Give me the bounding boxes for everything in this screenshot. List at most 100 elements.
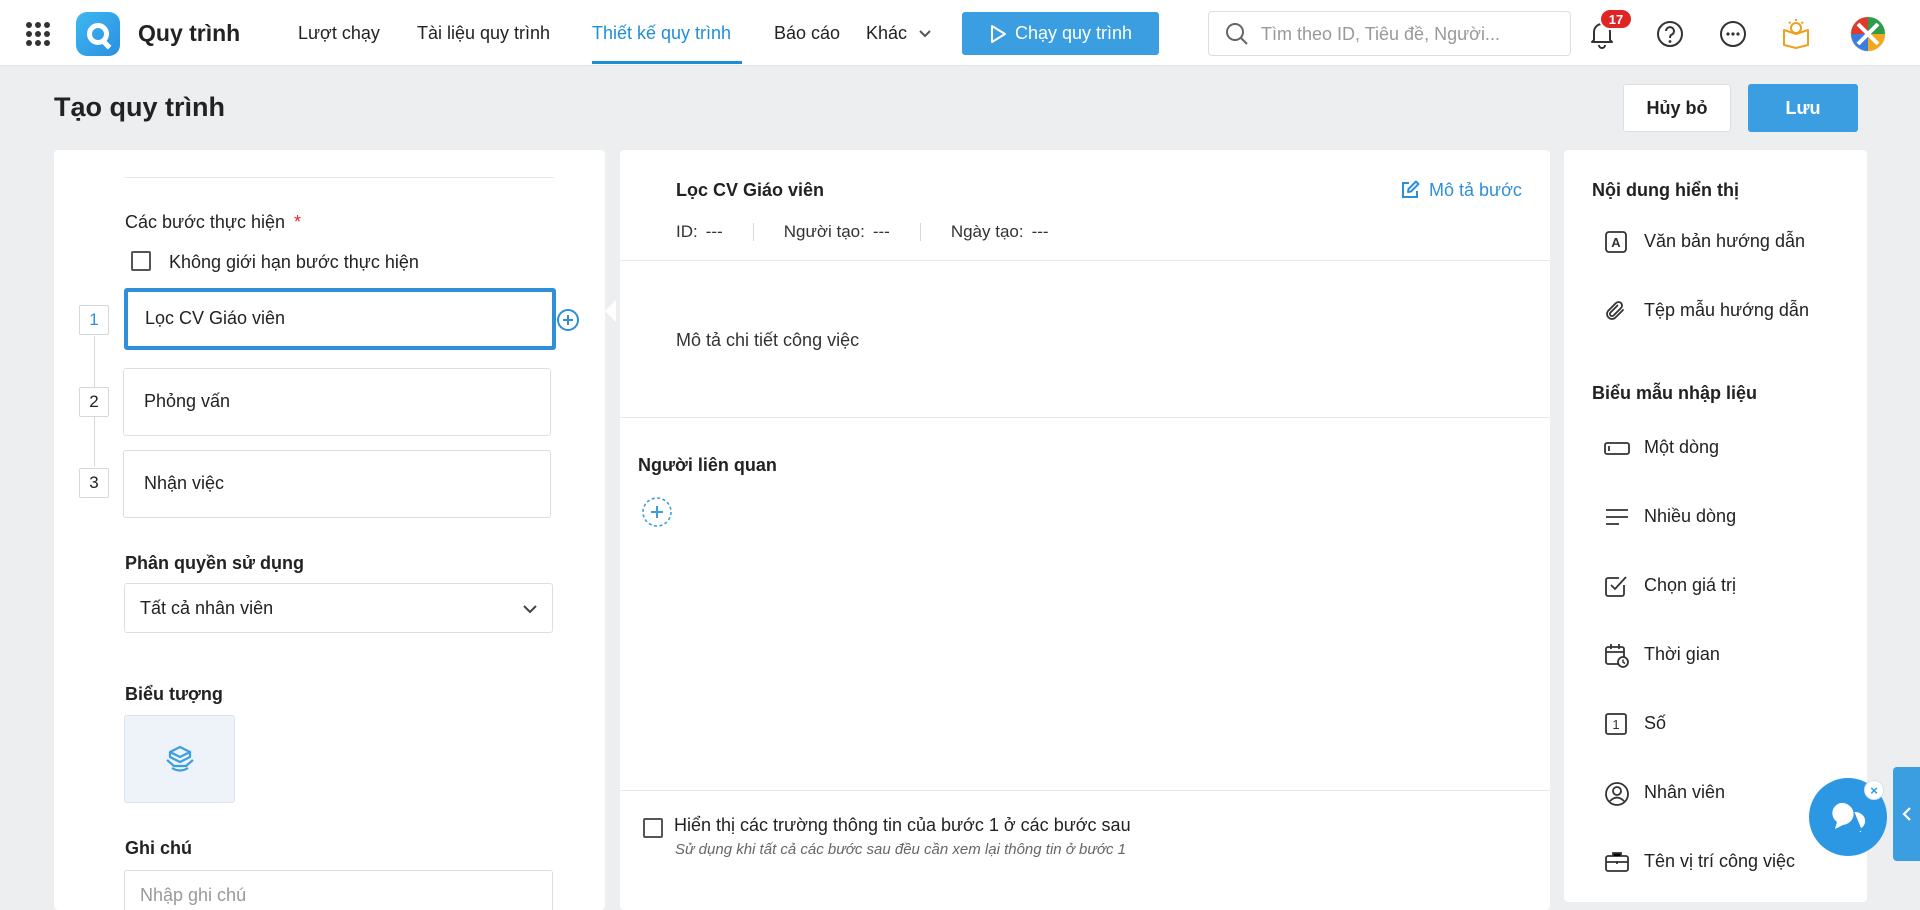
chat-close-icon[interactable]: ×: [1864, 780, 1884, 800]
search-placeholder: Tìm theo ID, Tiêu đề, Người...: [1261, 24, 1500, 44]
step-number: 3: [79, 468, 109, 498]
steps-label-text: Các bước thực hiện: [125, 212, 285, 232]
form-item-label: Tên vị trí công việc: [1644, 851, 1796, 871]
divider: [620, 417, 1550, 418]
notification-badge: 17: [1599, 8, 1633, 30]
search-input[interactable]: Tìm theo ID, Tiêu đề, Người...: [1208, 11, 1571, 56]
date-label: Ngày tạo:: [950, 222, 1024, 241]
description-placeholder: Mô tả chi tiết công việc: [676, 330, 860, 350]
checkbox-icon: [1605, 576, 1627, 597]
apps-grid-icon[interactable]: [26, 22, 50, 46]
form-item-label: Thời gian: [1644, 644, 1720, 664]
creator-value: ---: [872, 222, 890, 241]
chevron-down-icon: [523, 605, 537, 614]
chevron-down-icon: [919, 30, 931, 38]
step-item[interactable]: Phỏng vấn: [123, 368, 551, 436]
more-options-icon[interactable]: [1717, 18, 1749, 50]
edit-icon: [1402, 180, 1420, 198]
describe-step-link[interactable]: Mô tả bước: [1399, 179, 1522, 201]
form-item-multi-line[interactable]: Nhiều dòng: [1598, 499, 1878, 535]
step-name: Phỏng vấn: [144, 391, 231, 411]
search-icon: [1226, 23, 1248, 45]
run-process-label: Chạy quy trình: [1014, 23, 1133, 43]
step-name: Lọc CV Giáo viên: [145, 308, 286, 328]
app-title: Quy trình: [138, 20, 241, 46]
form-item-label: Một dòng: [1644, 437, 1720, 457]
add-step-icon[interactable]: [556, 308, 580, 332]
app-logo[interactable]: [76, 12, 120, 56]
multi-line-icon: [1606, 509, 1628, 525]
unlimited-steps-checkbox[interactable]: [131, 251, 151, 271]
single-line-icon: [1604, 442, 1630, 455]
creator-label: Người tạo:: [783, 222, 865, 241]
chevron-left-icon: [1901, 807, 1911, 821]
step-item[interactable]: Nhận việc: [123, 450, 551, 518]
display-item-template-file[interactable]: Tệp mẫu hướng dẫn: [1598, 293, 1878, 329]
form-item-choice[interactable]: Chọn giá trị: [1598, 568, 1878, 604]
display-item-guide-text[interactable]: A Văn bản hướng dẫn: [1598, 224, 1878, 260]
input-form-title: Biểu mẫu nhập liệu: [1592, 383, 1758, 403]
play-icon: [990, 24, 1006, 43]
active-tab-indicator: [592, 61, 742, 64]
id-value: ---: [705, 222, 723, 241]
note-placeholder: Nhập ghi chú: [140, 885, 247, 905]
step-number: 2: [79, 387, 109, 417]
paperclip-icon: [1606, 301, 1624, 320]
nav-runs[interactable]: Lượt chạy: [298, 23, 380, 44]
divider: [752, 223, 754, 241]
run-process-button[interactable]: Chạy quy trình: [962, 12, 1159, 55]
describe-step-label: Mô tả bước: [1429, 179, 1522, 200]
form-item-single-line[interactable]: Một dòng: [1598, 430, 1878, 466]
steps-label: Các bước thực hiện *: [125, 212, 301, 233]
process-icon-picker[interactable]: [124, 715, 235, 803]
show-fields-checkbox[interactable]: [643, 818, 663, 838]
id-label: ID:: [676, 222, 698, 241]
panel-pointer: [605, 300, 616, 322]
permission-label: Phân quyền sử dụng: [125, 553, 305, 573]
nav-more-label: Khác: [866, 23, 908, 43]
permission-value: Tất cả nhân viên: [140, 598, 274, 618]
side-panel-toggle[interactable]: [1893, 767, 1920, 861]
note-input[interactable]: Nhập ghi chú: [124, 870, 553, 910]
cancel-button[interactable]: Hủy bỏ: [1623, 84, 1731, 132]
display-item-label: Tệp mẫu hướng dẫn: [1644, 300, 1809, 320]
date-value: ---: [1031, 222, 1049, 241]
user-avatar[interactable]: [1850, 16, 1886, 52]
chat-icon: [1832, 802, 1868, 836]
permission-select[interactable]: Tất cả nhân viên: [124, 583, 553, 633]
required-mark: *: [294, 212, 302, 232]
nav-more[interactable]: Khác: [866, 23, 932, 44]
add-person-icon[interactable]: [641, 496, 673, 528]
idea-book-icon[interactable]: [1780, 18, 1812, 50]
step-item-active[interactable]: Lọc CV Giáo viên: [124, 288, 556, 350]
divider: [620, 260, 1550, 261]
step-meta: ID: --- Người tạo: --- Ngày tạo: ---: [676, 222, 1049, 242]
nav-process-docs[interactable]: Tài liệu quy trình: [417, 23, 550, 44]
display-item-label: Văn bản hướng dẫn: [1644, 231, 1805, 251]
briefcase-icon: [1605, 852, 1629, 872]
nav-process-design[interactable]: Thiết kế quy trình: [592, 23, 731, 44]
related-people-label: Người liên quan: [638, 455, 777, 475]
icon-label: Biểu tượng: [125, 684, 223, 704]
unlimited-steps-label: Không giới hạn bước thực hiện: [169, 252, 419, 272]
number-icon: 1: [1605, 713, 1627, 735]
top-navbar: Quy trình Lượt chạy Tài liệu quy trình T…: [0, 0, 1920, 66]
step-title: Lọc CV Giáo viên: [676, 180, 825, 200]
help-icon[interactable]: [1654, 18, 1686, 50]
description-editor[interactable]: Mô tả chi tiết công việc: [640, 262, 1545, 417]
page-title: Tạo quy trình: [54, 92, 225, 122]
show-fields-hint: Sử dụng khi tất cả các bước sau đều cần …: [675, 841, 1126, 858]
svg-text:1: 1: [1612, 717, 1619, 732]
form-item-number[interactable]: 1 Số: [1598, 706, 1878, 742]
save-button[interactable]: Lưu: [1748, 84, 1858, 132]
svg-text:A: A: [1611, 235, 1621, 250]
form-item-datetime[interactable]: Thời gian: [1598, 637, 1878, 673]
divider: [620, 790, 1550, 791]
form-item-label: Nhân viên: [1644, 782, 1726, 802]
form-item-label: Chọn giá trị: [1644, 575, 1737, 595]
step-number: 1: [79, 305, 109, 335]
display-content-title: Nội dung hiển thị: [1592, 180, 1739, 200]
note-label: Ghi chú: [125, 838, 192, 858]
nav-reports[interactable]: Báo cáo: [774, 23, 840, 44]
show-fields-label: Hiển thị các trường thông tin của bước 1…: [674, 815, 1131, 835]
